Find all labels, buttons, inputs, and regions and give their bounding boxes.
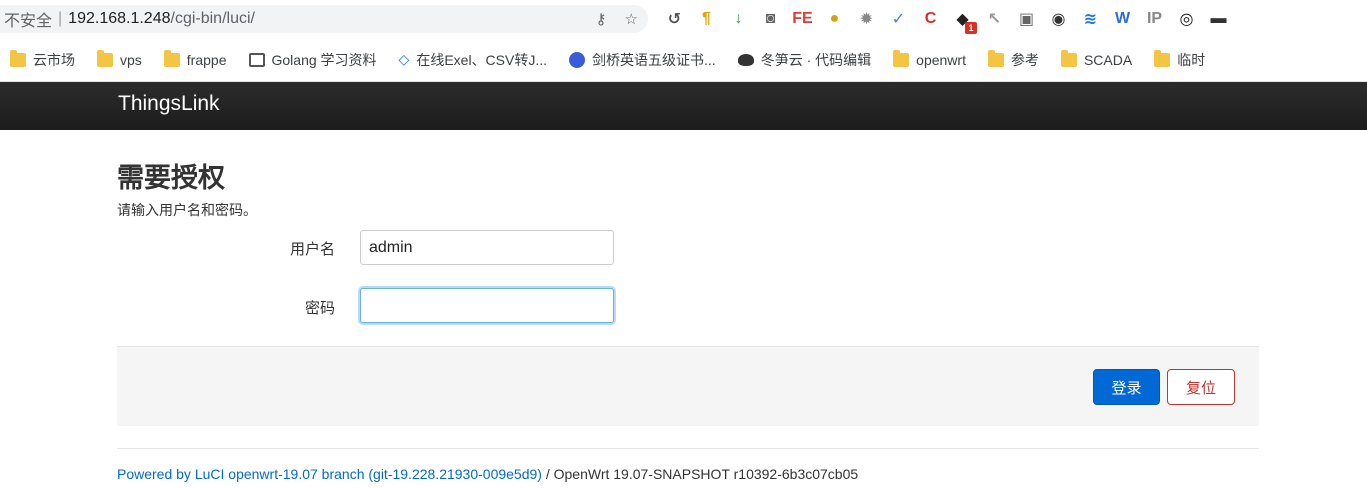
download-ext-icon[interactable]: ↓ [728, 9, 749, 30]
game-ext-icon[interactable]: ◆ 1 [952, 9, 977, 34]
reset-button[interactable]: 复位 [1167, 369, 1235, 405]
openwrt-version: / OpenWrt 19.07-SNAPSHOT r10392-6b3c07cb… [541, 466, 859, 482]
c-ext-icon[interactable]: C [920, 9, 941, 30]
cookie-ext-icon[interactable]: ● [824, 9, 845, 30]
footer-divider [117, 448, 1259, 449]
login-button[interactable]: 登录 [1093, 369, 1160, 405]
cursor-ext-icon[interactable]: ↖ [984, 9, 1005, 30]
folder-icon [893, 49, 910, 67]
bookmark-label: SCADA [1083, 51, 1133, 68]
folder-icon [97, 49, 113, 67]
extension-badge: 1 [965, 21, 977, 34]
fe-ext-icon[interactable]: FE [792, 9, 813, 30]
bookmark-item[interactable]: Golang 学习资料 [248, 50, 377, 70]
bookmark-label: Golang 学习资料 [271, 51, 377, 68]
folder-icon [1060, 49, 1077, 67]
wave-ext-icon[interactable]: ≋ [1080, 9, 1101, 30]
bookmark-label: 云市场 [33, 51, 75, 68]
key-icon[interactable]: ⚷ [596, 10, 607, 28]
folder-icon [163, 49, 180, 67]
history-ext-icon[interactable]: ↺ [664, 9, 685, 30]
bookmark-label: 临时 [1177, 51, 1206, 68]
camera-ext-icon[interactable]: ◙ [760, 9, 781, 30]
bookmark-label: 冬笋云 · 代码编辑 [760, 51, 872, 68]
mask-ext-icon[interactable]: ▬ [1208, 9, 1229, 30]
bookmark-label: 剑桥英语五级证书... [592, 51, 716, 68]
gear-ext-icon[interactable]: ✹ [856, 9, 877, 30]
bookmarks-bar: 云市场 vps frappe Golang 学习资料 ◇ 在线Exel、CSV转J... 剑… [0, 38, 1367, 82]
bookmark-label: 参考 [1010, 51, 1039, 68]
form-actions: 登录 复位 [117, 346, 1259, 426]
password-label: 密码 [304, 300, 335, 317]
page-title: 需要授权 [117, 163, 225, 193]
check-ext-icon[interactable]: ✓ [888, 9, 909, 30]
bookmark-item[interactable]: 剑桥英语五级证书... [569, 50, 716, 70]
bookmark-item[interactable]: openwrt [893, 49, 966, 68]
bookmark-item[interactable]: frappe [163, 49, 227, 68]
bookmark-label: 在线Exel、CSV转J... [416, 51, 548, 68]
password-input[interactable] [360, 288, 614, 323]
url-host: 192.168.1.248 [68, 10, 171, 27]
url-path: /cgi-bin/luci/ [170, 10, 255, 27]
paragraph-ext-icon[interactable]: ¶ [696, 9, 717, 30]
security-indicator[interactable]: 不安全 [4, 7, 52, 31]
page-description: 请输入用户名和密码。 [117, 202, 257, 218]
luci-link[interactable]: Powered by LuCI openwrt-19.07 branch (gi… [117, 466, 542, 482]
w-ext-icon[interactable]: W [1112, 9, 1133, 30]
cloud-icon [737, 53, 754, 66]
app-header: ThingsLink [0, 82, 1367, 130]
bookmark-item[interactable]: 临时 [1154, 49, 1206, 70]
brand-logo[interactable]: ThingsLink [118, 92, 220, 116]
folder-icon [987, 49, 1004, 67]
bookmark-item[interactable]: ◇ 在线Exel、CSV转J... [399, 50, 547, 70]
url-separator: | [58, 10, 63, 27]
bookmark-item[interactable]: 云市场 [10, 49, 75, 70]
bookmark-label: openwrt [916, 51, 966, 68]
extensions-area: ↺ ¶ ↓ ◙ FE ● ✹ ✓ C ◆ 1 ↖ ▣ ◉ ≋ W IP ◎ ▬ [664, 8, 1229, 34]
folder-icon [10, 49, 26, 67]
username-input[interactable]: admin [360, 230, 614, 265]
page-footer: Powered by LuCI openwrt-19.07 branch (gi… [117, 466, 858, 482]
screenshot-ext-icon[interactable]: ▣ [1016, 9, 1037, 30]
bookmark-label: frappe [186, 51, 227, 68]
book-icon [248, 52, 265, 67]
eye-ext-icon[interactable]: ◉ [1048, 9, 1069, 30]
bookmark-item[interactable]: 参考 [987, 49, 1039, 70]
bookmark-item[interactable]: 冬笋云 · 代码编辑 [737, 50, 872, 70]
star-icon[interactable]: ☆ [625, 10, 638, 28]
browser-toolbar: 不安全 | 192.168.1.248 /cgi-bin/luci/ ⚷ ☆ ↺… [0, 0, 1367, 38]
folder-icon [1154, 49, 1171, 67]
code-icon: ◇ [398, 51, 410, 67]
username-label: 用户名 [289, 241, 335, 258]
ip-ext-icon[interactable]: IP [1144, 9, 1165, 30]
globe-icon [569, 51, 586, 68]
address-bar[interactable]: 不安全 | 192.168.1.248 /cgi-bin/luci/ ⚷ ☆ [0, 5, 648, 33]
bookmark-item[interactable]: SCADA [1060, 49, 1133, 68]
bookmark-item[interactable]: vps [97, 49, 142, 68]
bookmark-label: vps [120, 51, 142, 68]
o-ext-icon[interactable]: ◎ [1176, 9, 1197, 30]
